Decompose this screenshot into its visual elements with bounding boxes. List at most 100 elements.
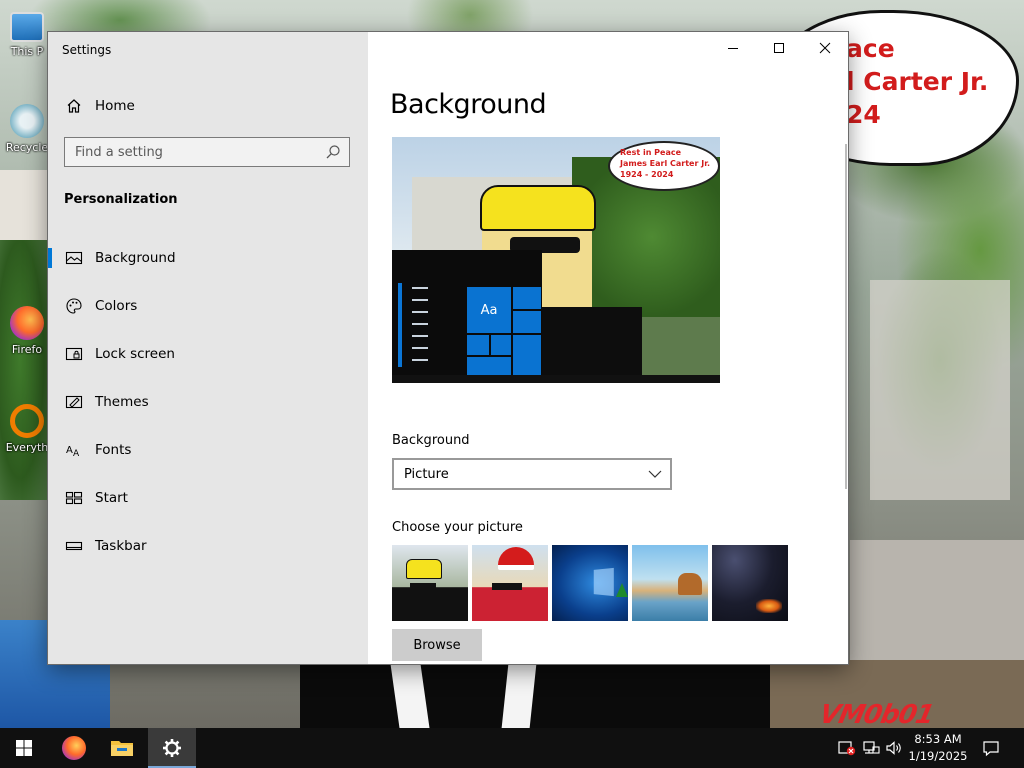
system-clock[interactable]: 8:53 AM 1/19/2025	[906, 731, 970, 765]
home-icon	[63, 95, 85, 117]
dropdown-value: Picture	[404, 466, 449, 482]
wallpaper-shrub-left	[0, 240, 48, 500]
thumbnail-tree-sticker	[616, 583, 628, 597]
close-button[interactable]	[802, 32, 848, 64]
preview-menu-line	[412, 287, 428, 289]
chevron-down-icon	[648, 468, 662, 484]
taskbar-firefox[interactable]	[50, 728, 98, 768]
wallpaper-building-right	[870, 280, 1010, 500]
preview-tile	[467, 357, 511, 375]
start-icon	[63, 487, 85, 509]
desktop-icon-this-pc[interactable]: This P	[4, 8, 50, 58]
preview-tile	[513, 287, 541, 309]
page-title: Background	[390, 89, 547, 120]
sidebar-item-label: Taskbar	[95, 538, 147, 554]
desktop-icon-label: Everyth	[5, 441, 49, 454]
themes-icon	[63, 391, 85, 413]
sidebar-item-lock-screen[interactable]: Lock screen	[48, 334, 368, 374]
thumbnail-tent-glow	[756, 599, 782, 613]
everything-search-icon	[10, 404, 44, 438]
taskbar: 8:53 AM 1/19/2025	[0, 728, 1024, 768]
preview-character-hat	[480, 185, 596, 231]
thumbnail-glasses	[492, 583, 522, 590]
firefox-icon	[10, 306, 44, 340]
sidebar-home[interactable]: Home	[48, 86, 368, 126]
background-preview: Rest in Peace James Earl Carter Jr. 1924…	[392, 137, 720, 383]
sidebar-item-background[interactable]: Background	[48, 238, 368, 278]
preview-start-rail	[398, 283, 402, 367]
main-content: Background Rest in Peace James Earl Cart…	[368, 32, 848, 664]
sidebar-item-label: Start	[95, 490, 128, 506]
section-title: Personalization	[64, 192, 178, 207]
wallpaper-pavement	[850, 540, 1024, 680]
sidebar-item-taskbar[interactable]: Taskbar	[48, 526, 368, 566]
sidebar-item-label: Background	[95, 250, 176, 266]
browse-button[interactable]: Browse	[392, 629, 482, 661]
preview-menu-line	[412, 299, 428, 301]
picture-thumbnail[interactable]	[632, 545, 708, 621]
minimize-button[interactable]	[710, 32, 756, 64]
preview-tile	[467, 335, 489, 355]
taskbar-settings[interactable]	[148, 728, 196, 768]
preview-menu-line	[412, 347, 428, 349]
preview-menu-line	[412, 359, 428, 361]
firefox-icon	[62, 736, 86, 760]
preview-menu-line	[412, 335, 428, 337]
search-box[interactable]	[64, 137, 350, 167]
search-icon[interactable]	[325, 144, 341, 164]
background-type-label: Background	[392, 433, 470, 448]
picture-thumbnail[interactable]	[472, 545, 548, 621]
taskbar-file-explorer[interactable]	[98, 728, 146, 768]
sidebar-item-colors[interactable]: Colors	[48, 286, 368, 326]
maximize-icon	[774, 43, 784, 53]
taskbar-icon	[63, 535, 85, 557]
search-input[interactable]	[65, 138, 315, 166]
thumbnail-windows-logo	[593, 567, 614, 597]
security-alert-icon[interactable]	[838, 739, 856, 761]
preview-menu-line	[412, 323, 428, 325]
picture-icon	[63, 247, 85, 269]
desktop-icon-everything[interactable]: Everyth	[4, 404, 50, 454]
desktop-icon-label: Firefo	[11, 343, 43, 356]
fonts-icon: AA	[63, 439, 85, 461]
clock-time: 8:53 AM	[914, 732, 962, 746]
thumbnail-character	[406, 559, 442, 579]
sidebar-item-themes[interactable]: Themes	[48, 382, 368, 422]
wallpaper-watermark: VM0b01	[816, 700, 937, 728]
background-type-dropdown[interactable]: Picture	[392, 458, 672, 490]
desktop-icon-firefox[interactable]: Firefo	[4, 306, 50, 356]
thumbnail-santa-hat	[498, 547, 534, 570]
settings-window: Settings Home Personalization Background	[48, 32, 848, 664]
window-title: Settings	[62, 43, 112, 57]
preview-menu-line	[412, 311, 428, 313]
scrollbar[interactable]	[845, 144, 847, 489]
windows-logo-icon	[16, 740, 32, 756]
picture-thumbnail[interactable]	[712, 545, 788, 621]
clock-date: 1/19/2025	[908, 749, 968, 763]
preview-tile	[513, 311, 541, 333]
desktop-icon-recycle-bin[interactable]: Recycle	[4, 104, 50, 154]
lock-screen-icon	[63, 343, 85, 365]
preview-taskbar	[392, 375, 720, 383]
sidebar-item-label: Themes	[95, 394, 149, 410]
picture-thumbnail[interactable]	[552, 545, 628, 621]
sidebar-item-label: Fonts	[95, 442, 132, 458]
choose-picture-label: Choose your picture	[392, 520, 523, 535]
volume-icon[interactable]	[885, 739, 903, 761]
network-icon[interactable]	[862, 739, 880, 761]
svg-text:A: A	[66, 445, 73, 456]
sidebar-item-fonts[interactable]: AA Fonts	[48, 430, 368, 470]
action-center-icon[interactable]	[982, 739, 1000, 761]
preview-bubble-text: Rest in Peace James Earl Carter Jr. 1924…	[620, 148, 711, 179]
folder-icon	[111, 741, 133, 756]
wallpaper-suit	[300, 664, 770, 728]
sidebar-item-label: Colors	[95, 298, 138, 314]
maximize-button[interactable]	[756, 32, 802, 64]
gear-icon	[163, 739, 181, 757]
palette-icon	[63, 295, 85, 317]
sidebar-item-start[interactable]: Start	[48, 478, 368, 518]
start-button[interactable]	[0, 728, 48, 768]
sidebar: Settings Home Personalization Background	[48, 32, 368, 664]
sidebar-home-label: Home	[95, 98, 135, 114]
picture-thumbnail[interactable]	[392, 545, 468, 621]
